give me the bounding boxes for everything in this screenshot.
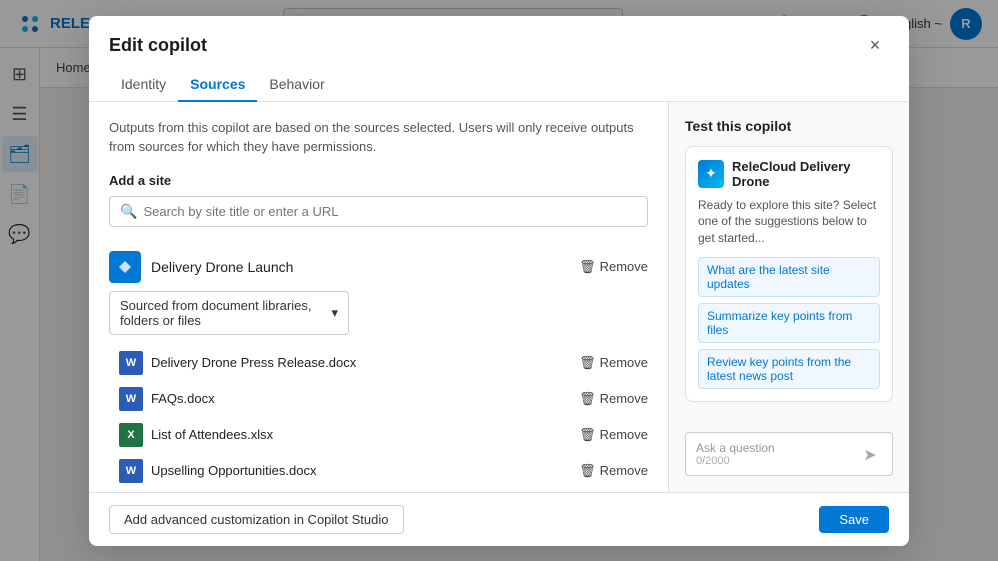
files-list: W Delivery Drone Press Release.docx 🗑 Re… — [109, 345, 648, 489]
file-name: Delivery Drone Press Release.docx — [151, 355, 571, 370]
tab-behavior[interactable]: Behavior — [257, 68, 336, 102]
site-search-input[interactable] — [143, 204, 637, 219]
word-icon: W — [119, 459, 143, 483]
trash-icon: 🗑 — [579, 259, 596, 275]
test-copilot-title: Test this copilot — [685, 118, 893, 134]
excel-icon: X — [119, 423, 143, 447]
file-name: List of Attendees.xlsx — [151, 427, 571, 442]
trash-icon: 🗑 — [579, 355, 596, 371]
file-item-3: X List of Attendees.xlsx 🗑 Remove — [109, 417, 648, 453]
word-icon: W — [119, 387, 143, 411]
site-item-delivery-drone: Delivery Drone Launch 🗑 Remove — [109, 243, 648, 291]
modal-footer: Add advanced customization in Copilot St… — [89, 492, 909, 546]
chat-bubble: ✦ ReleCloud Delivery Drone Ready to expl… — [685, 146, 893, 402]
modal-title: Edit copilot — [109, 35, 207, 56]
trash-icon: 🗑 — [579, 463, 596, 479]
test-copilot-panel: Test this copilot ✦ ReleCloud Delivery D… — [669, 102, 909, 492]
customize-button[interactable]: Add advanced customization in Copilot St… — [109, 505, 404, 534]
file-name: FAQs.docx — [151, 391, 571, 406]
file-item-1: W Delivery Drone Press Release.docx 🗑 Re… — [109, 345, 648, 381]
site-search-icon: 🔍 — [120, 203, 137, 220]
trash-icon: 🗑 — [579, 391, 596, 407]
modal-tabs: Identity Sources Behavior — [89, 60, 909, 102]
site-name: Delivery Drone Launch — [151, 259, 569, 275]
modal-header: Edit copilot × — [89, 16, 909, 60]
chat-input-area[interactable]: Ask a question 0/2000 ➤ — [685, 432, 893, 476]
file-remove-button-1[interactable]: 🗑 Remove — [579, 355, 648, 371]
source-dropdown[interactable]: Sourced from document libraries, folders… — [109, 291, 349, 335]
modal-left-panel: Outputs from this copilot are based on t… — [89, 102, 669, 492]
site-icon — [109, 251, 141, 283]
bot-icon: ✦ — [698, 160, 724, 188]
file-item-4: W Upselling Opportunities.docx 🗑 Remove — [109, 453, 648, 489]
suggestion-3[interactable]: Review key points from the latest news p… — [698, 349, 880, 389]
edit-copilot-modal: Edit copilot × Identity Sources Behavior… — [89, 16, 909, 546]
file-remove-button-4[interactable]: 🗑 Remove — [579, 463, 648, 479]
chevron-down-icon: ▾ — [331, 305, 338, 321]
bot-name: ReleCloud Delivery Drone — [732, 159, 880, 189]
file-item-2: W FAQs.docx 🗑 Remove — [109, 381, 648, 417]
file-remove-button-3[interactable]: 🗑 Remove — [579, 427, 648, 443]
site-search-box[interactable]: 🔍 — [109, 196, 648, 227]
suggestion-2[interactable]: Summarize key points from files — [698, 303, 880, 343]
suggestion-1[interactable]: What are the latest site updates — [698, 257, 880, 297]
chat-send-button[interactable]: ➤ — [858, 443, 882, 467]
add-site-label: Add a site — [109, 173, 648, 188]
chat-input-placeholder: Ask a question — [696, 441, 852, 455]
source-dropdown-label: Sourced from document libraries, folders… — [120, 298, 331, 328]
modal-body: Outputs from this copilot are based on t… — [89, 102, 909, 492]
modal-description: Outputs from this copilot are based on t… — [109, 118, 648, 157]
chat-input-inner: Ask a question 0/2000 — [696, 441, 852, 467]
tab-identity[interactable]: Identity — [109, 68, 178, 102]
chat-char-count: 0/2000 — [696, 455, 852, 467]
file-remove-button-2[interactable]: 🗑 Remove — [579, 391, 648, 407]
modal-overlay: Edit copilot × Identity Sources Behavior… — [0, 0, 998, 561]
word-icon: W — [119, 351, 143, 375]
chat-intro: Ready to explore this site? Select one o… — [698, 197, 880, 247]
tab-sources[interactable]: Sources — [178, 68, 257, 102]
file-name: Upselling Opportunities.docx — [151, 463, 571, 478]
trash-icon: 🗑 — [579, 427, 596, 443]
chat-header: ✦ ReleCloud Delivery Drone — [698, 159, 880, 189]
save-button[interactable]: Save — [819, 506, 889, 533]
site-remove-button[interactable]: 🗑 Remove — [579, 259, 648, 275]
close-button[interactable]: × — [861, 32, 889, 60]
